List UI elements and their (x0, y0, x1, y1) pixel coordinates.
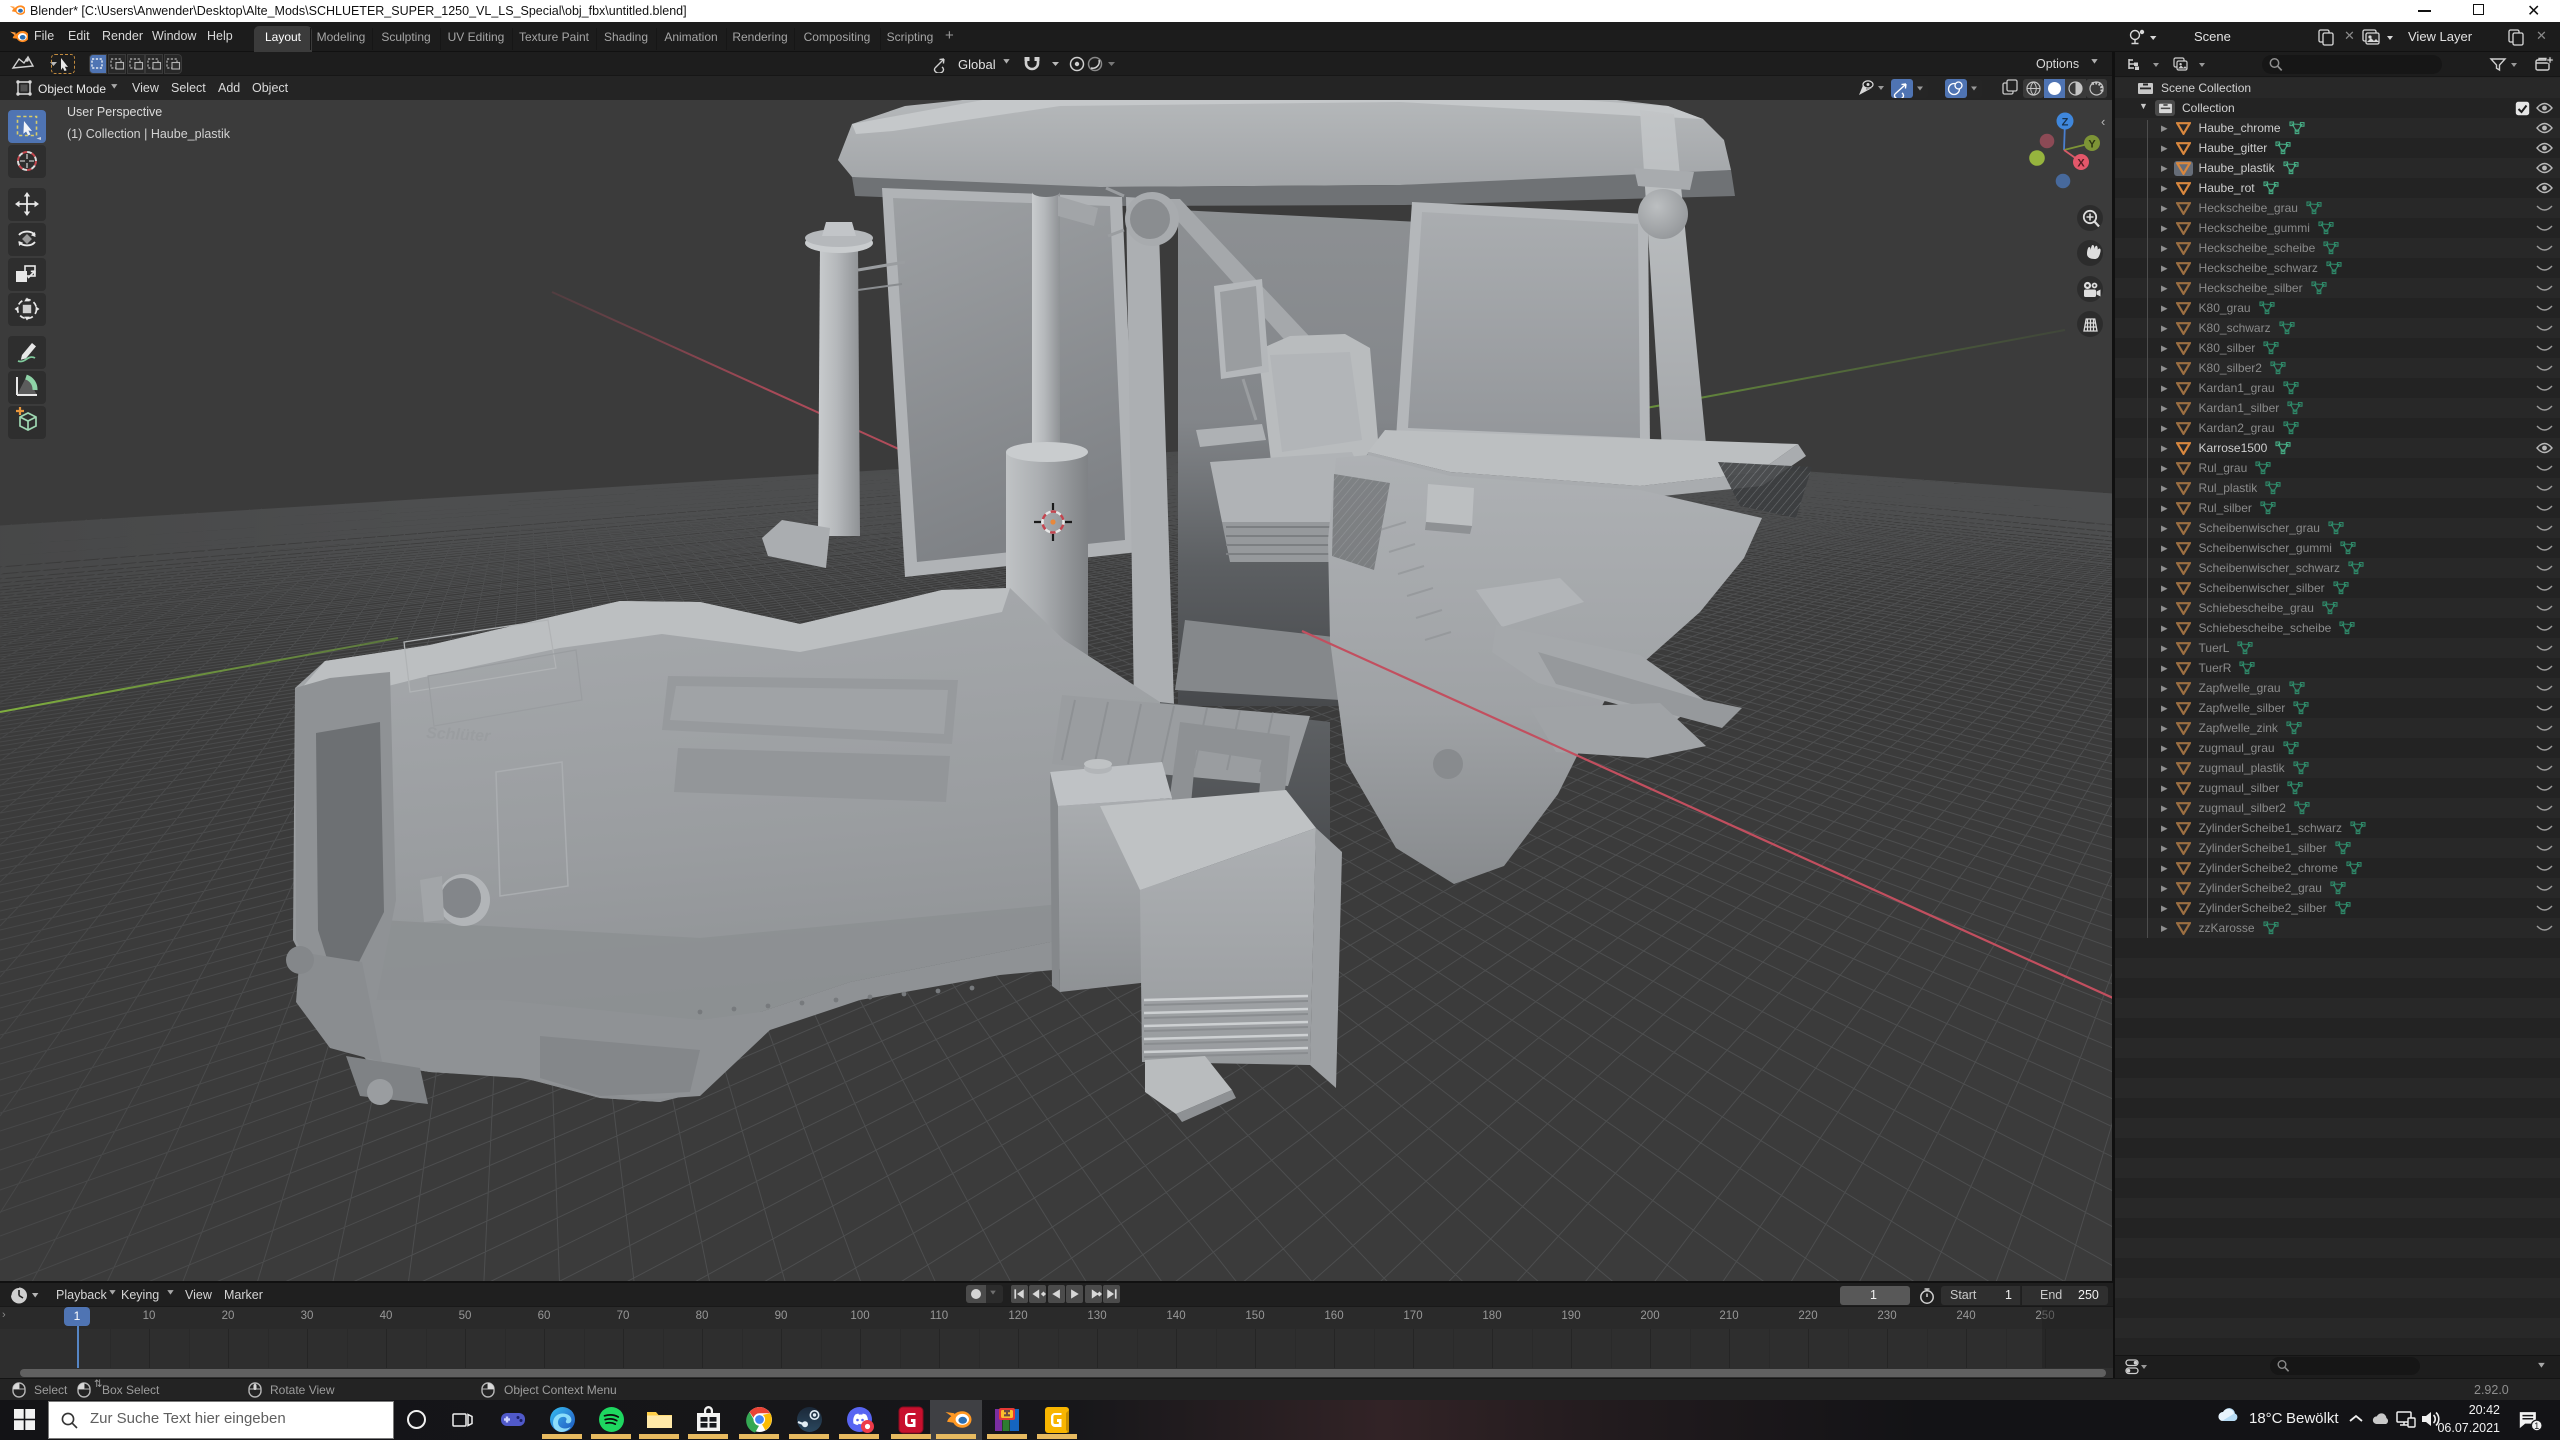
svg-text:X: X (2077, 158, 2085, 170)
svg-text:Z: Z (2062, 117, 2069, 129)
svg-text:1: 1 (2534, 1421, 2539, 1431)
svg-text:Schlüter: Schlüter (426, 725, 492, 745)
svg-text:Y: Y (2088, 139, 2096, 151)
